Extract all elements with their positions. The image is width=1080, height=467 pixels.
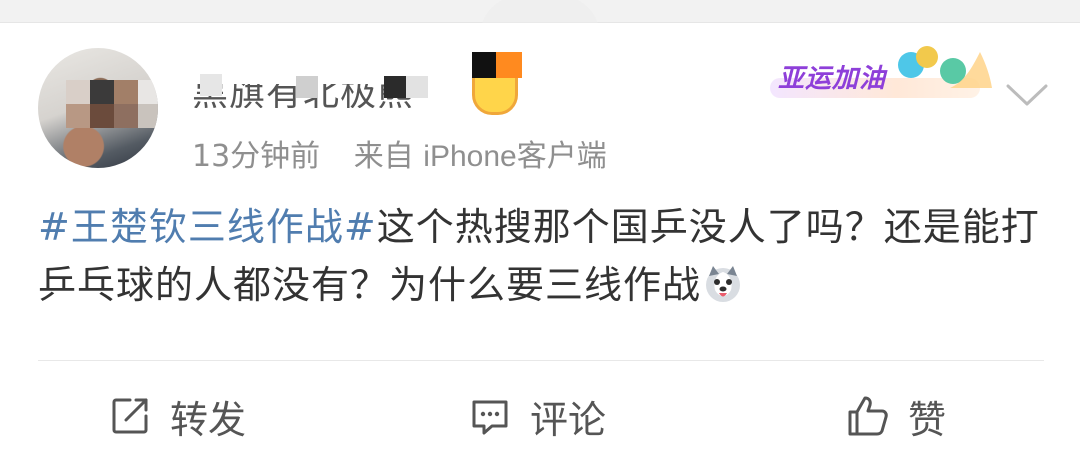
vip-badge-icon-accent: [496, 52, 522, 78]
vip-badge-icon: [472, 52, 498, 78]
comment-label: 评论: [530, 397, 607, 442]
author-avatar[interactable]: [38, 48, 158, 168]
avatar-mosaic: [66, 80, 90, 104]
thumbs-up-icon: [848, 396, 888, 436]
comment-icon: [472, 400, 508, 435]
repost-label: 转发: [170, 397, 247, 442]
avatar-mosaic: [90, 104, 114, 128]
avatar-mosaic: [90, 80, 114, 104]
asian-games-text: 亚运加油: [778, 64, 887, 94]
post-source-prefix: 来自: [353, 139, 414, 174]
divider: [38, 360, 1044, 361]
badge-wave-icon: [950, 52, 992, 88]
asian-games-badge[interactable]: 亚运加油: [770, 46, 1000, 104]
husky-emoji-icon: [706, 266, 741, 302]
name-mosaic: [406, 76, 428, 98]
name-mosaic: [296, 76, 318, 98]
avatar-mosaic: [138, 80, 158, 104]
post-meta: 13分钟前 来自 iPhone客户端: [192, 137, 607, 177]
mascot-icon: [916, 46, 938, 68]
vip-badge-icon-base[interactable]: [472, 78, 518, 115]
comment-button[interactable]: 评论: [468, 388, 606, 444]
post-content: #王楚钦三线作战#这个热搜那个国乒没人了吗？还是能打乒乓球的人都没有？为什么要三…: [38, 198, 1048, 314]
hashtag-link[interactable]: #王楚钦三线作战#: [38, 205, 377, 249]
like-button[interactable]: 赞: [846, 388, 946, 444]
name-cover: [192, 52, 492, 84]
like-label: 赞: [908, 397, 947, 442]
avatar-mosaic: [138, 104, 158, 128]
chevron-down-icon[interactable]: [1004, 78, 1050, 110]
avatar-mosaic: [66, 104, 90, 128]
post-client: iPhone客户端: [423, 140, 607, 173]
name-mosaic: [384, 76, 406, 98]
avatar-mosaic: [114, 80, 138, 104]
repost-icon: [112, 398, 148, 434]
avatar-mosaic: [114, 104, 138, 128]
repost-button[interactable]: 转发: [108, 388, 246, 444]
name-mosaic: [200, 74, 222, 96]
post-time: 13分钟前: [192, 139, 321, 174]
